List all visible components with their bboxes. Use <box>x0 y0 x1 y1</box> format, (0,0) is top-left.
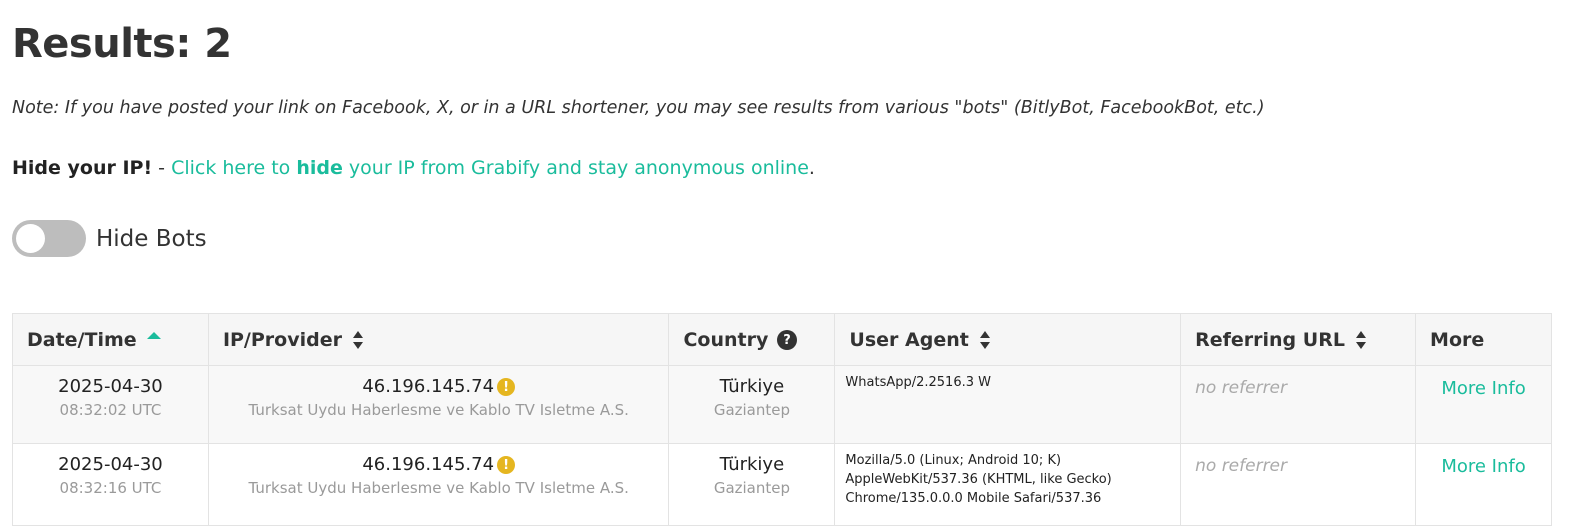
more-cell: More Info <box>1415 365 1552 444</box>
table-row: 2025-04-30 08:32:16 UTC 46.196.145.74! T… <box>12 443 1552 526</box>
country-cell: Türkiye Gaziantep <box>668 365 836 444</box>
user-agent-cell: WhatsApp/2.2516.3 W <box>834 365 1182 444</box>
hide-ip-link-bold: hide <box>296 157 343 179</box>
hide-bots-control: Hide Bots <box>12 220 207 257</box>
ip-cell: 46.196.145.74! Turksat Uydu Haberlesme v… <box>207 365 670 444</box>
ip-header-label: IP/Provider <box>222 328 342 351</box>
warning-icon[interactable]: ! <box>497 456 516 474</box>
results-table: Date/Time IP/Provider Country ? User Age… <box>12 313 1552 526</box>
hide-bots-label: Hide Bots <box>96 225 207 252</box>
ua-header-label: User Agent <box>849 328 969 351</box>
ip-text: 46.196.145.74 <box>362 376 495 397</box>
datetime-header-label: Date/Time <box>27 328 137 351</box>
hide-ip-lead: Hide your IP! <box>12 157 153 179</box>
datetime-cell: 2025-04-30 08:32:02 UTC <box>12 365 209 444</box>
column-header-datetime[interactable]: Date/Time <box>12 313 209 366</box>
ref-header-label: Referring URL <box>1195 328 1345 351</box>
ip-cell: 46.196.145.74! Turksat Uydu Haberlesme v… <box>207 443 670 526</box>
hide-bots-toggle[interactable] <box>12 220 86 257</box>
sort-icon <box>352 331 363 349</box>
help-icon[interactable]: ? <box>776 330 797 350</box>
referrer-cell: no referrer <box>1180 365 1417 444</box>
sort-ascending-icon <box>146 331 161 339</box>
sort-icon <box>979 331 990 349</box>
hide-ip-period: . <box>808 157 815 179</box>
column-header-user-agent[interactable]: User Agent <box>834 313 1182 366</box>
table-row: 2025-04-30 08:32:02 UTC 46.196.145.74! T… <box>12 365 1552 444</box>
country-header-label: Country <box>683 328 769 351</box>
time-text: 08:32:16 UTC <box>59 479 162 497</box>
referrer-cell: no referrer <box>1180 443 1417 526</box>
country-text: Türkiye <box>719 454 785 475</box>
datetime-cell: 2025-04-30 08:32:16 UTC <box>12 443 209 526</box>
column-header-country: Country ? <box>668 313 836 366</box>
column-header-ip[interactable]: IP/Provider <box>207 313 670 366</box>
country-text: Türkiye <box>719 376 785 397</box>
hide-ip-banner: Hide your IP! - Click here to hide your … <box>12 157 815 179</box>
user-agent-cell: Mozilla/5.0 (Linux; Android 10; K) Apple… <box>834 443 1182 526</box>
provider-text: Turksat Uydu Haberlesme ve Kablo TV Isle… <box>248 479 629 497</box>
hide-ip-dash: - <box>152 157 172 179</box>
toggle-knob <box>16 224 45 253</box>
hide-ip-link-pre: Click here to <box>171 157 297 179</box>
more-info-link[interactable]: More Info <box>1441 378 1525 399</box>
hide-ip-link[interactable]: Click here to hide your IP from Grabify … <box>171 157 809 179</box>
table-header-row: Date/Time IP/Provider Country ? User Age… <box>12 313 1552 366</box>
column-header-referring-url[interactable]: Referring URL <box>1180 313 1417 366</box>
ip-text: 46.196.145.74 <box>362 454 495 475</box>
city-text: Gaziantep <box>713 479 791 497</box>
country-cell: Türkiye Gaziantep <box>668 443 836 526</box>
more-info-link[interactable]: More Info <box>1441 456 1525 477</box>
date-text: 2025-04-30 <box>58 376 163 397</box>
provider-text: Turksat Uydu Haberlesme ve Kablo TV Isle… <box>248 401 629 419</box>
warning-icon[interactable]: ! <box>497 378 516 396</box>
city-text: Gaziantep <box>713 401 791 419</box>
hide-ip-link-post: your IP from Grabify and stay anonymous … <box>342 157 809 179</box>
sort-icon <box>1355 331 1366 349</box>
bots-note: Note: If you have posted your link on Fa… <box>12 98 1265 118</box>
page-title: Results: 2 <box>12 21 232 67</box>
time-text: 08:32:02 UTC <box>59 401 162 419</box>
date-text: 2025-04-30 <box>58 454 163 475</box>
more-cell: More Info <box>1415 443 1552 526</box>
column-header-more: More <box>1415 313 1552 366</box>
